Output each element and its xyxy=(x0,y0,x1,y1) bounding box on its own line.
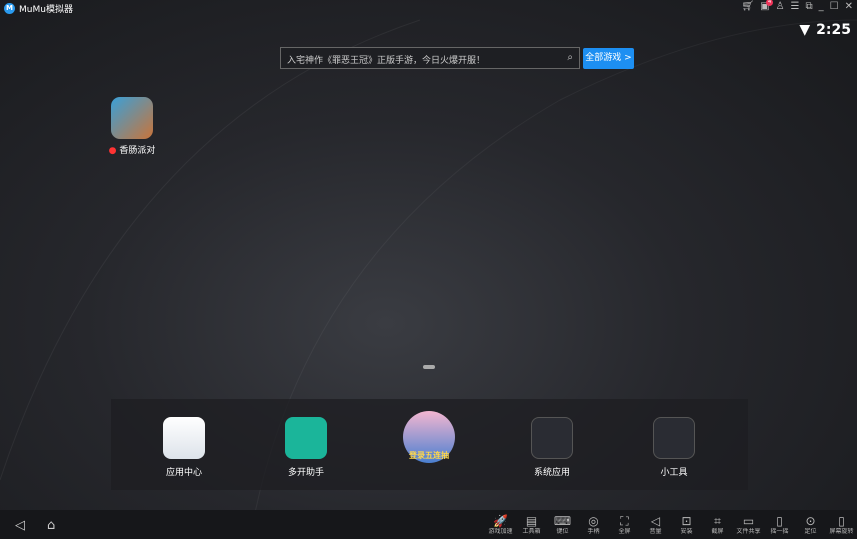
toolbar-rotate-button[interactable]: ▯ 屏幕旋转 xyxy=(826,514,857,536)
promo-banner: 登录五连抽 xyxy=(409,451,449,460)
crop-icon: ⌗ xyxy=(714,514,721,528)
fullscreen-icon: ⛶ xyxy=(620,514,629,528)
dock-label: 小工具 xyxy=(660,468,688,478)
toolbox-icon: ▤ xyxy=(525,514,538,528)
window-title: MuMu模拟器 xyxy=(19,4,73,15)
home-button[interactable]: ⌂ xyxy=(47,518,55,533)
toolbar-folder-button[interactable]: ▭ 文件共享 xyxy=(733,514,764,536)
toolbar-label: 音量 xyxy=(649,528,662,535)
dock-tools[interactable]: 小工具 xyxy=(634,417,714,478)
title-bar: M MuMu模拟器 🛒︎ ▣ 4 ♙ ☰ ⧉ _ ☐ ✕ xyxy=(0,0,857,16)
all-games-button[interactable]: 全部游戏 > xyxy=(583,48,634,69)
toolbar-fullscreen-button[interactable]: ⛶ 全屏 xyxy=(609,514,640,536)
dock-system-apps[interactable]: 系统应用 xyxy=(512,417,592,478)
mumu-logo-icon: M xyxy=(4,2,15,14)
toolbar-label: 键位 xyxy=(556,528,569,535)
search-input[interactable]: 入宅神作《罪恶王冠》正版手游，今日火爆开服！ ⌕ xyxy=(280,47,580,69)
toolbar-keyboard-button[interactable]: ⌨ 键位 xyxy=(547,514,578,536)
new-dot-icon: ● xyxy=(108,146,117,156)
location-icon: ⊙ xyxy=(805,514,816,528)
wifi-icon: ▼ xyxy=(799,22,811,38)
back-button[interactable]: ◁ xyxy=(15,518,25,533)
search-icon[interactable]: ⌕ xyxy=(567,52,573,63)
search-placeholder: 入宅神作《罪恶王冠》正版手游，今日火爆开服！ xyxy=(287,56,486,66)
app-label: 香肠派对 xyxy=(119,146,156,156)
user-icon[interactable]: ♙ xyxy=(776,1,785,12)
app-icon xyxy=(111,97,153,139)
toolbar-label: 文件共享 xyxy=(736,528,761,535)
toolbar-label: 工具箱 xyxy=(522,528,541,535)
clock: 2:25 xyxy=(816,22,851,38)
dock-label: 多开助手 xyxy=(287,468,324,478)
toolbar-label: 安装 xyxy=(680,528,693,535)
dock: 应用中心 多开助手 登录五连抽 系统应用 小工具 xyxy=(111,399,748,490)
minimize-button[interactable]: _ xyxy=(819,1,824,12)
toolbar-label: 全屏 xyxy=(618,528,631,535)
toolbar-label: 摇一摇 xyxy=(770,528,789,535)
dock-promo-game[interactable]: 登录五连抽 xyxy=(389,411,469,465)
menu-icon[interactable]: ☰ xyxy=(791,1,800,12)
toolbar-label: 屏幕旋转 xyxy=(829,528,854,535)
cart-icon[interactable]: 🛒︎ xyxy=(741,1,754,12)
maximize-button[interactable]: ☐ xyxy=(830,1,839,12)
keyboard-icon: ⌨ xyxy=(553,514,572,528)
toolbar-shake-button[interactable]: ▯ 摇一摇 xyxy=(764,514,795,536)
close-button[interactable]: ✕ xyxy=(845,1,853,12)
rotate-icon: ▯ xyxy=(838,514,845,528)
volume-icon: ◁ xyxy=(650,514,661,528)
toolbar-crop-button[interactable]: ⌗ 截屏 xyxy=(702,514,733,536)
system-apps-folder-icon xyxy=(531,417,573,459)
gamepad-icon: ◎ xyxy=(588,514,599,528)
tools-folder-icon xyxy=(653,417,695,459)
toolbar-label: 游戏加速 xyxy=(488,528,513,535)
page-indicator xyxy=(423,365,435,369)
toolbar-label: 定位 xyxy=(804,528,817,535)
dock-app-center[interactable]: 应用中心 xyxy=(144,417,224,478)
dock-label: 应用中心 xyxy=(165,468,202,478)
app-center-icon xyxy=(163,417,205,459)
dock-label: 系统应用 xyxy=(533,468,570,478)
app-sausage-party[interactable]: ● 香肠派对 xyxy=(100,97,164,156)
message-icon[interactable]: ▣ 4 xyxy=(760,0,774,12)
bottom-toolbar: ◁ ⌂ 🚀 游戏加速 ▤ 工具箱 ⌨ 键位 ◎ 手柄 ⛶ 全屏 ◁ 音量 ⊡ 安装 ⌗ 截屏 ▭ 文件共享 ▯ 摇一摇… xyxy=(0,510,857,539)
rocket-icon: 🚀 xyxy=(493,514,508,528)
restore-icon[interactable]: ⧉ xyxy=(806,1,813,12)
toolbar-gamepad-button[interactable]: ◎ 手柄 xyxy=(578,514,609,536)
multi-instance-icon xyxy=(285,417,327,459)
toolbar-label: 截屏 xyxy=(711,528,724,535)
status-bar: ▼ 2:25 xyxy=(799,22,851,38)
notification-badge: 4 xyxy=(766,0,774,6)
toolbar-label: 手柄 xyxy=(587,528,600,535)
shake-icon: ▯ xyxy=(776,514,783,528)
toolbar-location-button[interactable]: ⊙ 定位 xyxy=(795,514,826,536)
toolbar-volume-button[interactable]: ◁ 音量 xyxy=(640,514,671,536)
dock-multi-instance[interactable]: 多开助手 xyxy=(266,417,346,478)
toolbar-rocket-button[interactable]: 🚀 游戏加速 xyxy=(485,514,516,536)
apk-icon: ⊡ xyxy=(681,514,692,528)
toolbar-toolbox-button[interactable]: ▤ 工具箱 xyxy=(516,514,547,536)
toolbar-apk-button[interactable]: ⊡ 安装 xyxy=(671,514,702,536)
folder-icon: ▭ xyxy=(742,514,755,528)
